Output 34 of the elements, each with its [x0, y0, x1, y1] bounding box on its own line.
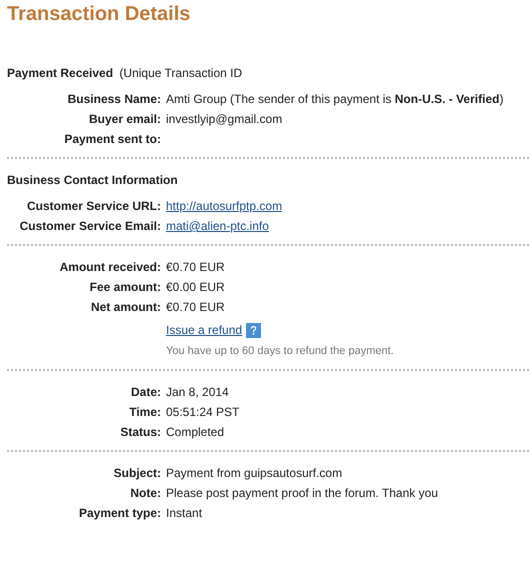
field-label: Time: — [129, 405, 161, 419]
field-value: €0.70 EUR — [166, 260, 225, 274]
field-label: Amount received: — [60, 260, 161, 274]
field-value: investlyip@gmail.com — [166, 112, 282, 126]
field-value: 05:51:24 PST — [166, 405, 240, 419]
field-label: Date: — [130, 385, 161, 399]
field-value: Jan 8, 2014 — [166, 385, 229, 399]
contact-link[interactable]: mati@alien-ptc.info — [166, 219, 269, 233]
field-label: Status: — [120, 425, 161, 439]
field-value: €0.00 EUR — [166, 280, 225, 294]
field-label: Net amount: — [91, 300, 161, 314]
field-label: Business Name: — [68, 92, 161, 106]
section-heading: Payment Received — [7, 66, 114, 80]
field-label: Payment type: — [78, 506, 161, 520]
refund-note: You have up to 60 days to refund the payment. — [166, 344, 394, 359]
field-label: Subject: — [114, 466, 161, 480]
section-heading: Business Contact Information — [7, 173, 178, 187]
contact-link[interactable]: http://autosurfptp.com — [166, 199, 282, 213]
field-value: Payment from guipsautosurf.com — [166, 466, 342, 480]
field-value: Completed — [166, 425, 224, 439]
help-icon[interactable] — [246, 323, 262, 338]
field-label: Buyer email: — [88, 112, 161, 126]
page-title: Transaction Details — [7, 2, 192, 26]
field-label: Note: — [130, 486, 161, 500]
field-label: Customer Service Email: — [20, 219, 161, 233]
field-label: Fee amount: — [90, 280, 161, 294]
field-label: Payment sent to: — [64, 132, 161, 146]
transaction-id-label: (Unique Transaction ID — [119, 66, 242, 80]
field-value: Amti Group (The sender of this payment is Non-U.S. - Verified) — [166, 92, 504, 106]
field-label: Customer Service URL: — [26, 199, 161, 213]
field-value: €0.70 EUR — [166, 300, 225, 314]
field-value: Please post payment proof in the forum. Thank you — [166, 486, 438, 500]
refund-link[interactable]: Issue a refund — [166, 323, 242, 338]
field-value: Instant — [166, 506, 202, 520]
